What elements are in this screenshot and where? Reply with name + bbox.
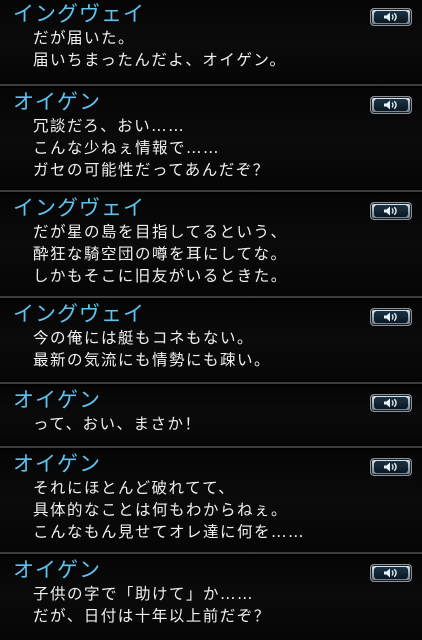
voice-replay-button[interactable] — [370, 8, 412, 26]
speaker-icon — [374, 567, 408, 579]
dialogue-text: だが届いた。 届いちまったんだよ、オイゲン。 — [33, 27, 286, 71]
dialogue-text: 今の俺には艇もコネもない。 最新の気流にも情勢にも疎い。 — [33, 327, 271, 371]
dialogue-line: 酔狂な騎空団の噂を耳にしてな。 — [33, 245, 288, 263]
dialogue-text: それにほとんど破れてて、 具体的なことは何もわからねぇ。 こんなもん見せてオレ達… — [33, 477, 305, 543]
voice-replay-button[interactable] — [370, 202, 412, 220]
dialogue-entry: オイゲン 冗談だろ、おい…… こんな少ねぇ情報で…… ガセの可能性だってあんだぞ… — [0, 88, 422, 192]
speaker-name: オイゲン — [13, 558, 101, 582]
dialogue-line: ガセの可能性だってあんだぞ？ — [33, 161, 270, 179]
voice-replay-button[interactable] — [370, 458, 412, 476]
dialogue-line: 冗談だろ、おい…… — [33, 117, 186, 135]
voice-replay-button[interactable] — [370, 96, 412, 114]
dialogue-line: 具体的なことは何もわからねぇ。 — [33, 501, 289, 519]
dialogue-text: 冗談だろ、おい…… こんな少ねぇ情報で…… ガセの可能性だってあんだぞ？ — [33, 115, 270, 181]
voice-replay-button[interactable] — [370, 308, 412, 326]
speaker-name: オイゲン — [13, 388, 101, 412]
dialogue-line: こんなもん見せてオレ達に何を…… — [33, 523, 306, 541]
dialogue-entry: オイゲン 子供の字で「助けて」か…… だが、日付は十年以上前だぞ？ — [0, 556, 422, 640]
dialogue-text: って、おい、まさか！ — [33, 413, 201, 435]
speaker-icon — [374, 397, 408, 409]
speaker-name: イングヴェイ — [13, 2, 145, 26]
dialogue-log: イングヴェイ だが届いた。 届いちまったんだよ、オイゲン。 オイゲン 冗談だろ、… — [0, 0, 422, 640]
dialogue-entry: オイゲン それにほとんど破れてて、 具体的なことは何もわからねぇ。 こんなもん見… — [0, 450, 422, 554]
dialogue-line: こんな少ねぇ情報で…… — [33, 139, 221, 157]
speaker-name: イングヴェイ — [13, 196, 145, 220]
dialogue-line: だが、日付は十年以上前だぞ？ — [33, 607, 271, 625]
voice-replay-button[interactable] — [370, 394, 412, 412]
speaker-icon — [374, 205, 408, 217]
dialogue-entry: イングヴェイ だが星の島を目指してるという、 酔狂な騎空団の噂を耳にしてな。 し… — [0, 194, 422, 298]
speaker-icon — [374, 99, 408, 111]
dialogue-entry: オイゲン って、おい、まさか！ — [0, 386, 422, 448]
dialogue-line: 最新の気流にも情勢にも疎い。 — [33, 351, 272, 369]
speaker-icon — [374, 461, 408, 473]
speaker-icon — [374, 11, 408, 23]
speaker-name: イングヴェイ — [13, 302, 145, 326]
dialogue-line: 届いちまったんだよ、オイゲン。 — [33, 51, 287, 69]
voice-replay-button[interactable] — [370, 564, 412, 582]
dialogue-line: 今の俺には艇もコネもない。 — [33, 329, 255, 347]
dialogue-line: しかもそこに旧友がいるときた。 — [33, 267, 288, 285]
dialogue-entry: イングヴェイ 今の俺には艇もコネもない。 最新の気流にも情勢にも疎い。 — [0, 300, 422, 384]
speaker-name: オイゲン — [13, 90, 101, 114]
dialogue-entry: イングヴェイ だが届いた。 届いちまったんだよ、オイゲン。 — [0, 0, 422, 86]
dialogue-line: だが届いた。 — [33, 29, 136, 47]
dialogue-line: それにほとんど破れてて、 — [33, 479, 236, 497]
dialogue-text: だが星の島を目指してるという、 酔狂な騎空団の噂を耳にしてな。 しかもそこに旧友… — [33, 221, 288, 287]
dialogue-text: 子供の字で「助けて」か…… だが、日付は十年以上前だぞ？ — [33, 583, 271, 627]
dialogue-line: って、おい、まさか！ — [33, 415, 202, 433]
speaker-name: オイゲン — [13, 452, 101, 476]
speaker-icon — [374, 311, 408, 323]
dialogue-line: 子供の字で「助けて」か…… — [33, 585, 255, 603]
dialogue-line: だが星の島を目指してるという、 — [33, 223, 288, 241]
